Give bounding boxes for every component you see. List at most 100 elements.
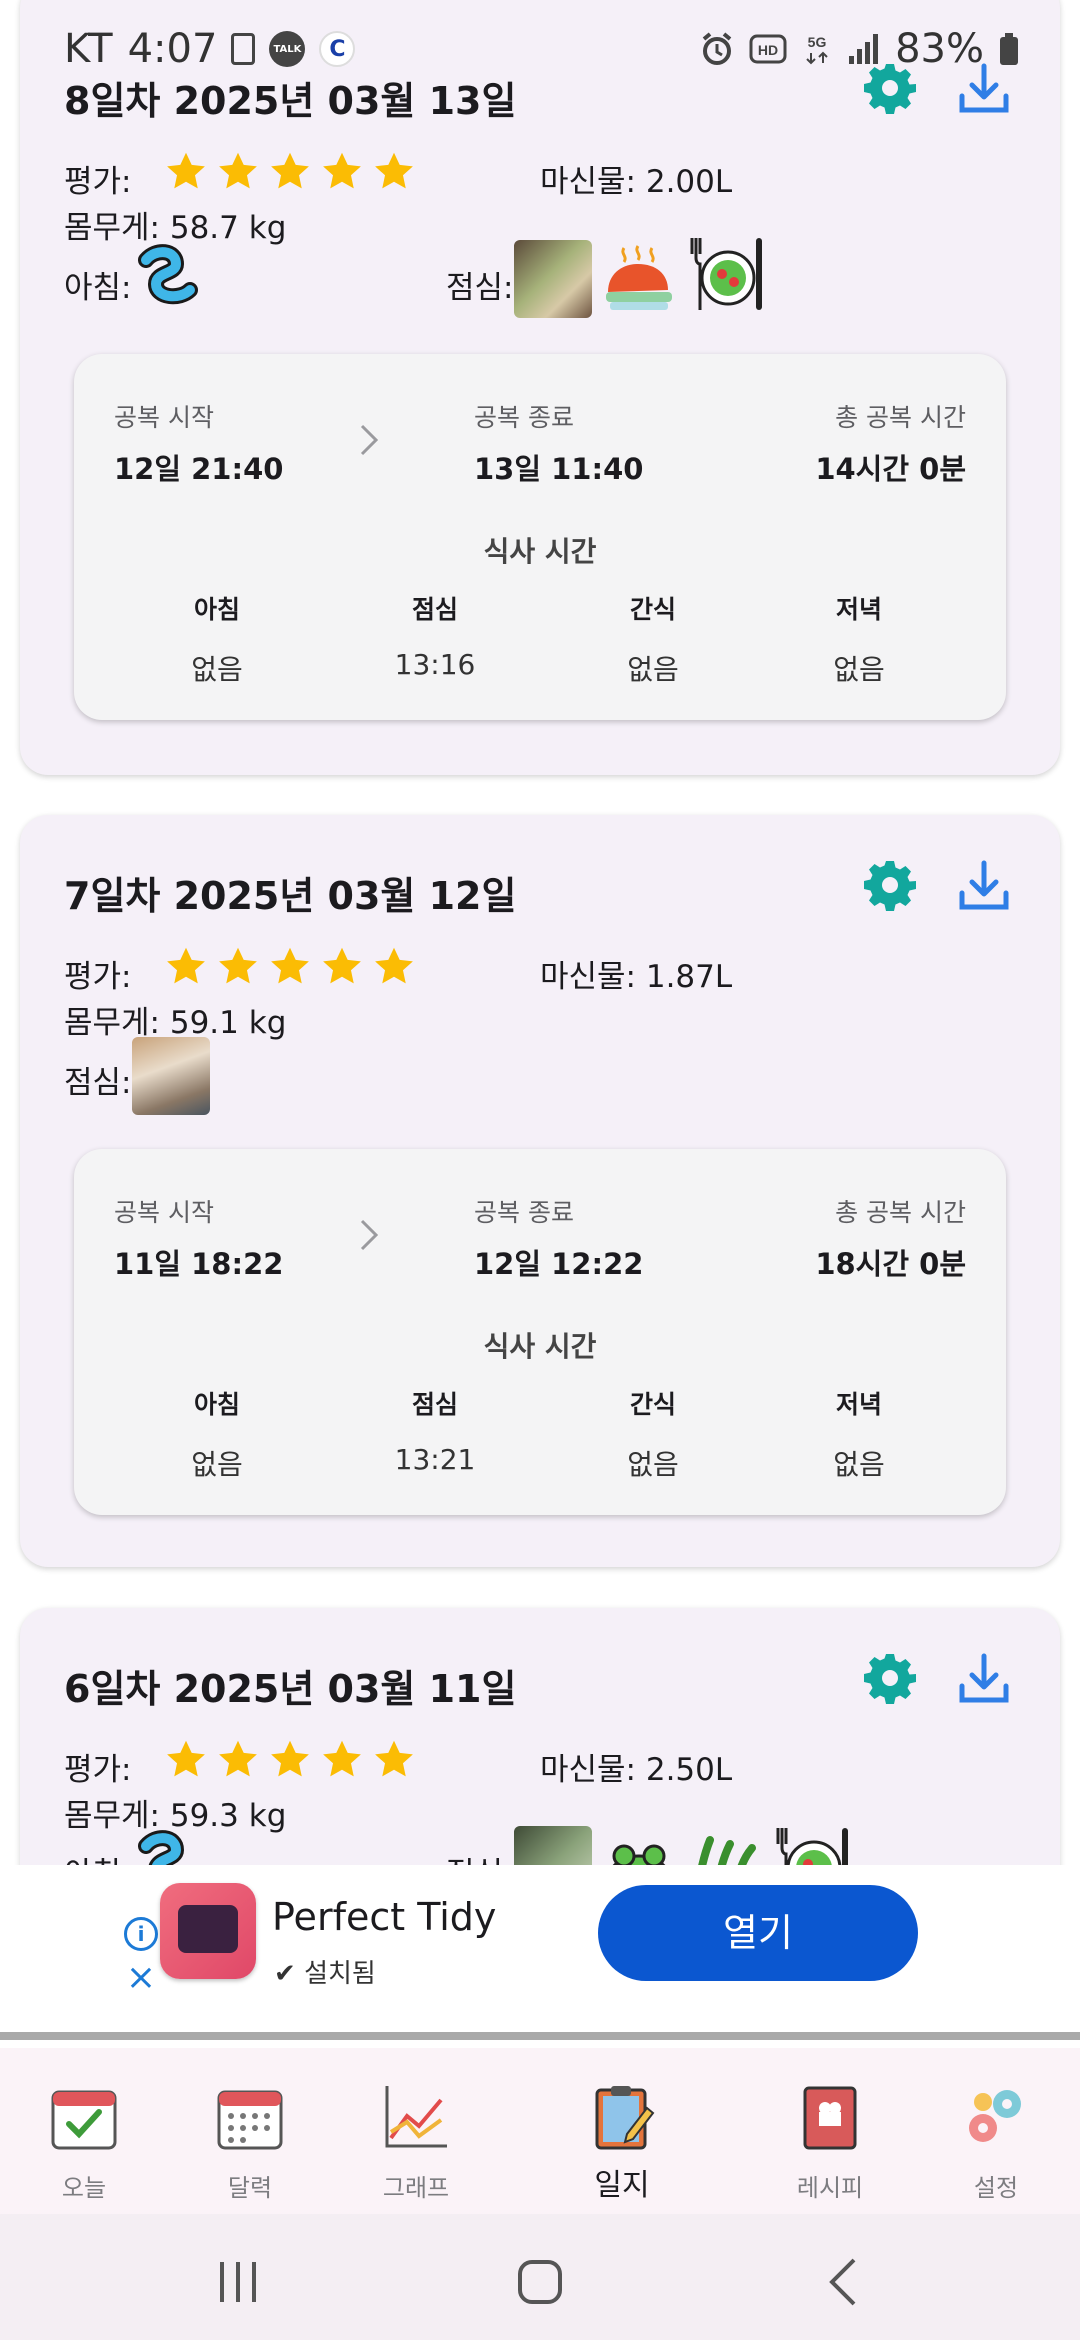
rating-label: 평가: — [64, 959, 132, 995]
fast-start-value: 12일 21:40 — [114, 452, 284, 486]
meal-time-value: 없음 — [191, 1448, 243, 1481]
nav-label: 레시피 — [796, 2174, 864, 2202]
5g-icon: 5G — [806, 34, 828, 65]
meal-time-name: 간식 — [629, 1390, 676, 1419]
journal-feed[interactable]: 8일차 2025년 03월 13일 평가: 마신물: 2.00L 몸무게: 58… — [0, 0, 1080, 1865]
bottom-navigation: 오늘 달력 그래프 일지 레시피 설정 — [0, 2048, 1080, 2214]
star-icon[interactable] — [320, 945, 364, 989]
meal-time-value: 없음 — [627, 1448, 679, 1481]
journal-card[interactable]: 6일차 2025년 03월 11일 평가: 마신물: 2.50L 몸무게: 59… — [20, 1608, 1060, 1865]
star-icon[interactable] — [372, 945, 416, 989]
fasting-summary: 공복 시작 11일 18:22 공복 종료 12일 12:22 총 공복 시간 … — [74, 1149, 1006, 1515]
meal-label-breakfast: 아침: — [64, 1848, 131, 1865]
meal-time-breakfast: 아침 없음 — [142, 590, 292, 688]
recent-apps-icon[interactable] — [208, 2252, 268, 2312]
back-icon[interactable] — [814, 2252, 874, 2312]
calendar-icon — [217, 2090, 283, 2150]
rating-label: 평가: — [64, 1752, 132, 1788]
nav-item-today[interactable]: 오늘 — [14, 2082, 154, 2203]
meal-time-name: 저녁 — [835, 1390, 882, 1419]
star-icon[interactable] — [372, 1738, 416, 1782]
download-icon[interactable] — [956, 1650, 1012, 1706]
food-roast-icon[interactable] — [600, 240, 678, 318]
food-sausage-icon[interactable] — [132, 1826, 210, 1865]
food-salad-icon[interactable] — [772, 1820, 858, 1865]
calendar-check-icon — [51, 2090, 117, 2150]
nav-item-journal[interactable]: 일지 — [552, 2082, 692, 2204]
meal-time-breakfast: 아침 없음 — [142, 1385, 292, 1483]
meal-time-dinner: 저녁 없음 — [784, 590, 934, 688]
meal-time-value: 없음 — [191, 653, 243, 686]
fast-end-value: 12일 12:22 — [474, 1247, 644, 1281]
star-icon[interactable] — [372, 150, 416, 194]
star-icon[interactable] — [164, 150, 208, 194]
clock-time: 4:07 — [127, 26, 218, 72]
star-icon[interactable] — [216, 150, 260, 194]
ad-open-button[interactable]: 열기 — [598, 1885, 918, 1981]
battery-icon — [1000, 33, 1018, 65]
meal-time-lunch: 점심 13:16 — [360, 590, 510, 681]
ad-app-icon[interactable] — [160, 1883, 256, 1979]
nav-label: 설정 — [973, 2174, 1019, 2202]
food-salad-icon[interactable] — [686, 230, 772, 316]
fast-end-label: 공복 종료 — [474, 403, 574, 432]
food-photo[interactable] — [132, 1037, 210, 1115]
meal-time-value: 13:21 — [394, 1443, 476, 1476]
meal-time-name: 저녁 — [835, 595, 882, 624]
star-icon[interactable] — [268, 150, 312, 194]
talk-icon: TALK — [269, 31, 306, 67]
meal-label-lunch: 점심: — [446, 1848, 513, 1865]
fast-total-label: 총 공복 시간 — [835, 1198, 966, 1227]
nav-item-settings[interactable]: 설정 — [926, 2082, 1066, 2203]
journal-card[interactable]: 8일차 2025년 03월 13일 평가: 마신물: 2.00L 몸무게: 58… — [20, 0, 1060, 775]
settings-gear-icon[interactable] — [862, 857, 918, 913]
fast-start-label: 공복 시작 — [114, 403, 214, 432]
alarm-icon — [702, 32, 732, 65]
nav-label: 달력 — [227, 2174, 273, 2202]
star-icon[interactable] — [268, 1738, 312, 1782]
star-icon[interactable] — [320, 150, 364, 194]
graph-icon — [385, 2086, 447, 2148]
meal-time-name: 아침 — [193, 1390, 240, 1419]
meal-times-title: 식사 시간 — [483, 535, 597, 568]
star-icon[interactable] — [216, 945, 260, 989]
food-leaf-icon[interactable] — [686, 1830, 764, 1865]
settings-gear-icon[interactable] — [862, 1650, 918, 1706]
sim-icon — [231, 33, 256, 65]
meal-time-snack: 간식 없음 — [578, 590, 728, 688]
journal-card[interactable]: 7일차 2025년 03월 12일 평가: 마신물: 1.87L 몸무게: 59… — [20, 815, 1060, 1567]
fast-end-label: 공복 종료 — [474, 1198, 574, 1227]
card-title: 7일차 2025년 03월 12일 — [64, 874, 517, 918]
fast-total-label: 총 공복 시간 — [835, 403, 966, 432]
star-icon[interactable] — [164, 1738, 208, 1782]
ad-info-icon[interactable]: i — [124, 1917, 158, 1951]
home-icon[interactable] — [510, 2252, 570, 2312]
recipe-book-icon — [803, 2086, 857, 2150]
ad-banner[interactable]: i × Perfect Tidy ✔ 설치됨 열기 — [0, 1865, 1080, 2040]
nav-label: 오늘 — [61, 2174, 107, 2202]
battery-percent: 83% — [895, 26, 984, 72]
food-photo[interactable] — [514, 1826, 592, 1865]
meal-time-value: 13:16 — [394, 648, 476, 681]
rating-stars[interactable] — [164, 1738, 416, 1782]
meal-time-snack: 간식 없음 — [578, 1385, 728, 1483]
ad-close-icon[interactable]: × — [124, 1960, 158, 1996]
food-sausage-icon[interactable] — [132, 240, 210, 318]
status-left: KT 4:07 TALK C — [64, 26, 356, 72]
nav-item-calendar[interactable]: 달력 — [180, 2082, 320, 2203]
settings-gears-icon — [969, 2090, 1021, 2142]
star-icon[interactable] — [216, 1738, 260, 1782]
nav-item-graph[interactable]: 그래프 — [346, 2082, 486, 2203]
star-icon[interactable] — [164, 945, 208, 989]
ad-app-name[interactable]: Perfect Tidy — [272, 1895, 496, 1939]
food-photo[interactable] — [514, 240, 592, 318]
svg-text:HD: HD — [758, 42, 778, 58]
nav-item-recipe[interactable]: 레시피 — [760, 2082, 900, 2203]
rating-stars[interactable] — [164, 945, 416, 989]
meal-time-value: 없음 — [833, 1448, 885, 1481]
star-icon[interactable] — [268, 945, 312, 989]
rating-stars[interactable] — [164, 150, 416, 194]
download-icon[interactable] — [956, 857, 1012, 913]
star-icon[interactable] — [320, 1738, 364, 1782]
food-frog-icon[interactable] — [600, 1830, 678, 1865]
